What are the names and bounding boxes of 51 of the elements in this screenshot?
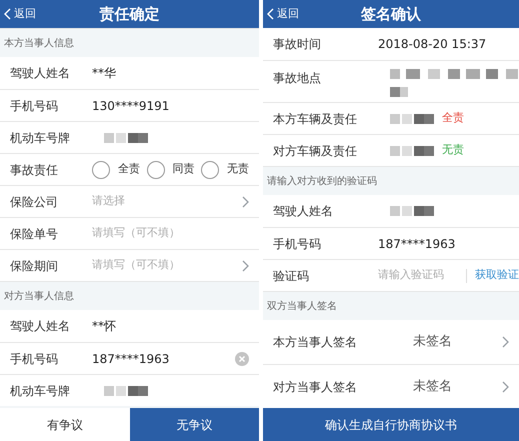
liability-tag: 无责	[442, 142, 464, 159]
action-button[interactable]: 有争议	[0, 408, 130, 441]
liability-radio[interactable]: 同责	[146, 160, 194, 178]
field-value: 130****9191	[92, 98, 170, 114]
back-button[interactable]: 返回	[267, 6, 299, 22]
field-value: 2018-08-20 15:37	[378, 36, 486, 53]
field-value: **怀	[92, 318, 116, 335]
field-label: 对方车辆及责任	[273, 142, 358, 160]
section-header: 双方当事人签名	[267, 300, 337, 314]
chevron-right-icon	[242, 196, 249, 208]
section-header: 本方当事人信息	[4, 36, 74, 50]
get-code-link[interactable]: 获取验证	[475, 267, 519, 284]
confirm-button[interactable]: 确认生成自行协商协议书	[263, 408, 519, 441]
page-title: 责任确定	[100, 4, 160, 25]
field-label: 手机号码	[273, 236, 322, 252]
chevron-right-icon	[242, 260, 249, 272]
page-title: 签名确认	[361, 4, 421, 25]
field-label: 手机号码	[10, 98, 59, 114]
chevron-left-icon	[4, 8, 11, 20]
chevron-left-icon	[267, 8, 274, 20]
liability-radio[interactable]: 无责	[201, 160, 249, 178]
back-button[interactable]: 返回	[4, 6, 36, 22]
field-label: 机动车号牌	[10, 382, 71, 400]
field-label: 驾驶人姓名	[273, 203, 334, 220]
field-label: 机动车号牌	[10, 130, 71, 146]
liability-radio[interactable]: 全责	[92, 160, 140, 178]
field-label: 本方车辆及责任	[273, 110, 358, 128]
signature-status: 未签名	[413, 378, 453, 396]
field-label: 保险期间	[10, 258, 59, 274]
chevron-right-icon	[502, 336, 509, 348]
field-value: 187****1963	[378, 236, 456, 252]
field-label: 手机号码	[10, 350, 59, 368]
clear-icon[interactable]	[235, 352, 249, 366]
field-label: 本方当事人签名	[273, 334, 358, 351]
field-label: 驾驶人姓名	[10, 65, 71, 82]
field-label: 事故责任	[10, 162, 59, 178]
field-label: 驾驶人姓名	[10, 318, 71, 335]
liability-tag: 全责	[442, 110, 464, 127]
field-value: **华	[92, 65, 116, 82]
field-label: 保险单号	[10, 226, 59, 242]
field-label: 事故时间	[273, 36, 322, 53]
chevron-right-icon	[502, 380, 509, 392]
action-button[interactable]: 无争议	[130, 408, 259, 441]
field-label: 保险公司	[10, 194, 59, 210]
section-header: 请输入对方收到的验证码	[267, 174, 377, 188]
field-label: 对方当事人签名	[273, 378, 358, 396]
field-label: 事故地点	[273, 70, 322, 87]
section-header: 对方当事人信息	[4, 290, 74, 304]
field-label: 验证码	[273, 268, 310, 284]
field-value: 187****1963	[92, 350, 170, 368]
signature-status: 未签名	[413, 333, 453, 352]
